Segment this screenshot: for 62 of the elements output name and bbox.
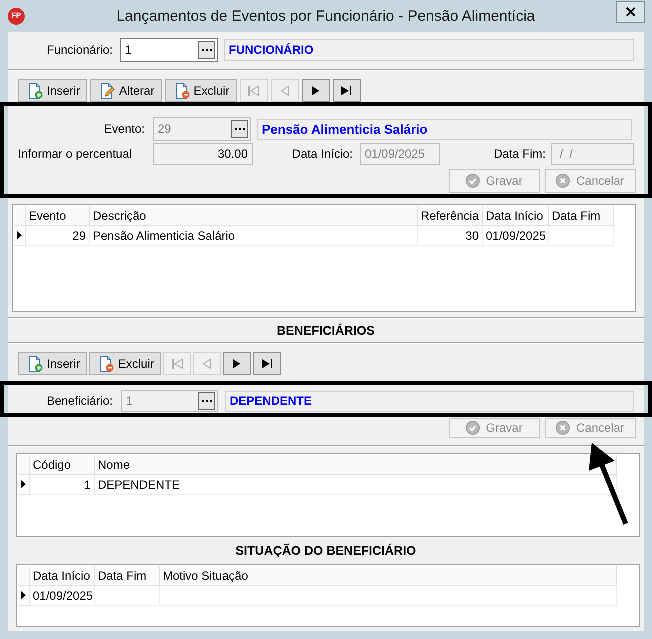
- document-pencil-icon: [99, 82, 116, 98]
- lookup-button[interactable]: [198, 41, 215, 59]
- table-cell: 29: [26, 226, 90, 246]
- x-circle-icon: [556, 174, 570, 188]
- table-cell: DEPENDENTE: [95, 475, 617, 495]
- percent-field[interactable]: 30.00: [153, 143, 253, 165]
- column-header[interactable]: Nome: [95, 455, 617, 475]
- table-cell: 30: [418, 226, 483, 246]
- triangle-left-icon: [203, 358, 212, 368]
- next-record-button[interactable]: [302, 79, 330, 102]
- skip-end-icon: [262, 358, 273, 368]
- close-button[interactable]: [616, 1, 645, 23]
- table-cell: [549, 226, 614, 246]
- delete-button[interactable]: Excluir: [164, 79, 237, 102]
- employee-name-field: FUNCIONÁRIO: [224, 39, 634, 61]
- next-record-button[interactable]: [223, 352, 252, 375]
- delete-button[interactable]: Excluir: [89, 352, 162, 375]
- event-name-field: Pensão Alimenticia Salário: [257, 118, 632, 140]
- column-header[interactable]: Código: [30, 455, 95, 475]
- table-cell: 01/09/2025: [30, 586, 95, 606]
- document-plus-icon: [27, 82, 43, 98]
- employee-code-field[interactable]: 1: [120, 38, 218, 62]
- beneficiary-name-field: DEPENDENTE: [225, 390, 634, 412]
- triangle-right-icon: [233, 358, 242, 368]
- table-cell: 1: [30, 475, 95, 495]
- check-circle-icon: [466, 421, 480, 435]
- skip-end-icon: [341, 86, 352, 96]
- column-header[interactable]: Data Fim: [95, 566, 160, 586]
- check-circle-icon: [466, 174, 480, 188]
- insert-button[interactable]: Inserir: [18, 79, 88, 102]
- field-label: Funcionário:: [46, 43, 113, 57]
- skip-start-icon: [248, 86, 260, 96]
- triangle-left-icon: [280, 86, 289, 96]
- x-circle-icon: [556, 421, 570, 435]
- skip-start-icon: [172, 358, 183, 368]
- column-header[interactable]: Descrição: [90, 206, 418, 226]
- table-cell: 01/09/2025: [483, 226, 549, 246]
- field-label: Evento:: [103, 122, 145, 136]
- column-header[interactable]: Data Início: [30, 566, 95, 586]
- document-minus-icon: [174, 82, 190, 98]
- window-title: Lançamentos de Eventos por Funcionário - Pensão Alimentícia: [116, 8, 536, 24]
- field-label: Beneficiário:: [46, 394, 113, 408]
- field-label: Data Início:: [291, 147, 353, 161]
- edit-button[interactable]: Alterar: [90, 79, 162, 102]
- section-heading: BENEFICIÁRIOS: [277, 324, 375, 338]
- column-header[interactable]: Data Fim: [549, 206, 614, 226]
- column-header[interactable]: Motivo Situação: [160, 566, 617, 586]
- table-cell: Pensão Alimenticia Salário: [90, 226, 418, 246]
- document-plus-icon: [27, 356, 43, 372]
- document-minus-icon: [98, 356, 114, 372]
- insert-button[interactable]: Inserir: [18, 352, 88, 375]
- table-cell: [95, 586, 160, 606]
- column-header[interactable]: Evento: [26, 206, 90, 226]
- triangle-right-icon: [312, 86, 320, 96]
- field-label: Informar o percentual: [17, 147, 134, 161]
- last-record-button[interactable]: [332, 79, 361, 102]
- last-record-button[interactable]: [253, 352, 282, 375]
- field-label: Data Fim:: [492, 147, 546, 161]
- column-header[interactable]: Data Início: [483, 206, 549, 226]
- column-header[interactable]: Referência: [418, 206, 483, 226]
- close-icon: [626, 7, 636, 17]
- section-heading: SITUAÇÃO DO BENEFICIÁRIO: [236, 544, 416, 558]
